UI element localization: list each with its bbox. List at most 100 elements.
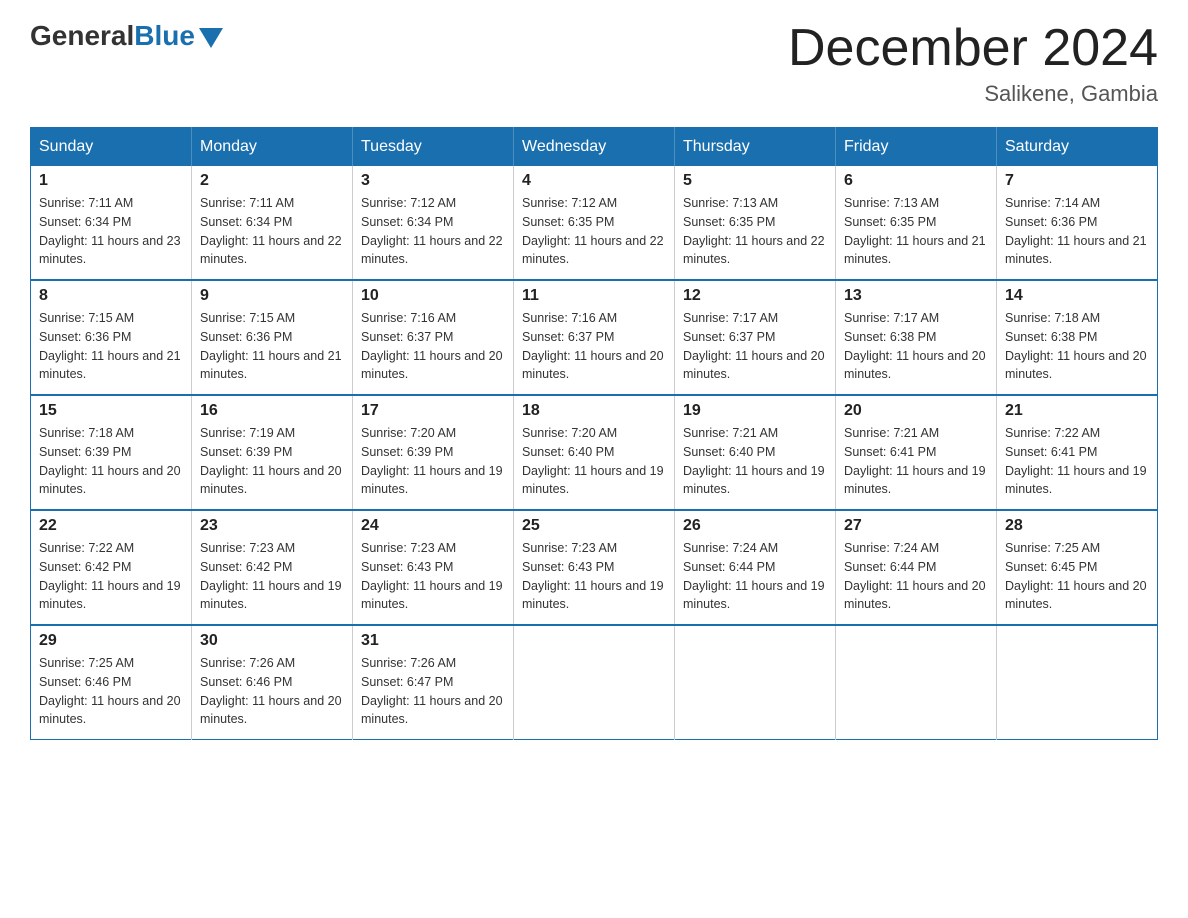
calendar-cell: 23 Sunrise: 7:23 AMSunset: 6:42 PMDaylig… bbox=[192, 510, 353, 625]
calendar-cell: 16 Sunrise: 7:19 AMSunset: 6:39 PMDaylig… bbox=[192, 395, 353, 510]
calendar-cell: 20 Sunrise: 7:21 AMSunset: 6:41 PMDaylig… bbox=[836, 395, 997, 510]
day-number: 15 bbox=[39, 402, 183, 420]
day-info: Sunrise: 7:21 AMSunset: 6:40 PMDaylight:… bbox=[683, 424, 827, 499]
day-number: 21 bbox=[1005, 402, 1149, 420]
day-number: 26 bbox=[683, 517, 827, 535]
day-number: 13 bbox=[844, 287, 988, 305]
calendar-cell: 4 Sunrise: 7:12 AMSunset: 6:35 PMDayligh… bbox=[514, 166, 675, 280]
day-info: Sunrise: 7:12 AMSunset: 6:35 PMDaylight:… bbox=[522, 194, 666, 269]
day-info: Sunrise: 7:26 AMSunset: 6:46 PMDaylight:… bbox=[200, 654, 344, 729]
day-info: Sunrise: 7:16 AMSunset: 6:37 PMDaylight:… bbox=[522, 309, 666, 384]
day-info: Sunrise: 7:11 AMSunset: 6:34 PMDaylight:… bbox=[39, 194, 183, 269]
day-number: 30 bbox=[200, 632, 344, 650]
day-number: 8 bbox=[39, 287, 183, 305]
day-info: Sunrise: 7:25 AMSunset: 6:45 PMDaylight:… bbox=[1005, 539, 1149, 614]
location: Salikene, Gambia bbox=[788, 81, 1158, 107]
day-info: Sunrise: 7:22 AMSunset: 6:41 PMDaylight:… bbox=[1005, 424, 1149, 499]
day-number: 20 bbox=[844, 402, 988, 420]
day-number: 1 bbox=[39, 172, 183, 190]
day-number: 25 bbox=[522, 517, 666, 535]
calendar-cell: 26 Sunrise: 7:24 AMSunset: 6:44 PMDaylig… bbox=[675, 510, 836, 625]
calendar-cell bbox=[997, 625, 1158, 740]
title-section: December 2024 Salikene, Gambia bbox=[788, 20, 1158, 107]
calendar-table: Sunday Monday Tuesday Wednesday Thursday… bbox=[30, 127, 1158, 740]
calendar-week-row: 15 Sunrise: 7:18 AMSunset: 6:39 PMDaylig… bbox=[31, 395, 1158, 510]
day-info: Sunrise: 7:20 AMSunset: 6:40 PMDaylight:… bbox=[522, 424, 666, 499]
day-info: Sunrise: 7:23 AMSunset: 6:42 PMDaylight:… bbox=[200, 539, 344, 614]
day-info: Sunrise: 7:15 AMSunset: 6:36 PMDaylight:… bbox=[39, 309, 183, 384]
day-number: 12 bbox=[683, 287, 827, 305]
calendar-cell: 7 Sunrise: 7:14 AMSunset: 6:36 PMDayligh… bbox=[997, 166, 1158, 280]
header-thursday: Thursday bbox=[675, 128, 836, 167]
day-number: 4 bbox=[522, 172, 666, 190]
calendar-week-row: 1 Sunrise: 7:11 AMSunset: 6:34 PMDayligh… bbox=[31, 166, 1158, 280]
calendar-cell: 10 Sunrise: 7:16 AMSunset: 6:37 PMDaylig… bbox=[353, 280, 514, 395]
day-info: Sunrise: 7:14 AMSunset: 6:36 PMDaylight:… bbox=[1005, 194, 1149, 269]
page-header: General Blue December 2024 Salikene, Gam… bbox=[30, 20, 1158, 107]
day-info: Sunrise: 7:26 AMSunset: 6:47 PMDaylight:… bbox=[361, 654, 505, 729]
day-number: 11 bbox=[522, 287, 666, 305]
calendar-cell: 9 Sunrise: 7:15 AMSunset: 6:36 PMDayligh… bbox=[192, 280, 353, 395]
header-sunday: Sunday bbox=[31, 128, 192, 167]
day-number: 24 bbox=[361, 517, 505, 535]
day-info: Sunrise: 7:22 AMSunset: 6:42 PMDaylight:… bbox=[39, 539, 183, 614]
day-info: Sunrise: 7:19 AMSunset: 6:39 PMDaylight:… bbox=[200, 424, 344, 499]
day-info: Sunrise: 7:23 AMSunset: 6:43 PMDaylight:… bbox=[522, 539, 666, 614]
calendar-cell: 1 Sunrise: 7:11 AMSunset: 6:34 PMDayligh… bbox=[31, 166, 192, 280]
day-info: Sunrise: 7:17 AMSunset: 6:37 PMDaylight:… bbox=[683, 309, 827, 384]
logo-triangle-icon bbox=[199, 28, 223, 48]
calendar-week-row: 22 Sunrise: 7:22 AMSunset: 6:42 PMDaylig… bbox=[31, 510, 1158, 625]
day-info: Sunrise: 7:13 AMSunset: 6:35 PMDaylight:… bbox=[683, 194, 827, 269]
calendar-cell: 24 Sunrise: 7:23 AMSunset: 6:43 PMDaylig… bbox=[353, 510, 514, 625]
day-number: 9 bbox=[200, 287, 344, 305]
calendar-week-row: 8 Sunrise: 7:15 AMSunset: 6:36 PMDayligh… bbox=[31, 280, 1158, 395]
day-number: 29 bbox=[39, 632, 183, 650]
day-info: Sunrise: 7:18 AMSunset: 6:38 PMDaylight:… bbox=[1005, 309, 1149, 384]
day-info: Sunrise: 7:16 AMSunset: 6:37 PMDaylight:… bbox=[361, 309, 505, 384]
calendar-cell: 31 Sunrise: 7:26 AMSunset: 6:47 PMDaylig… bbox=[353, 625, 514, 740]
calendar-cell: 15 Sunrise: 7:18 AMSunset: 6:39 PMDaylig… bbox=[31, 395, 192, 510]
day-info: Sunrise: 7:18 AMSunset: 6:39 PMDaylight:… bbox=[39, 424, 183, 499]
calendar-cell: 13 Sunrise: 7:17 AMSunset: 6:38 PMDaylig… bbox=[836, 280, 997, 395]
calendar-cell: 18 Sunrise: 7:20 AMSunset: 6:40 PMDaylig… bbox=[514, 395, 675, 510]
calendar-cell: 21 Sunrise: 7:22 AMSunset: 6:41 PMDaylig… bbox=[997, 395, 1158, 510]
day-info: Sunrise: 7:24 AMSunset: 6:44 PMDaylight:… bbox=[844, 539, 988, 614]
calendar-cell: 22 Sunrise: 7:22 AMSunset: 6:42 PMDaylig… bbox=[31, 510, 192, 625]
day-number: 2 bbox=[200, 172, 344, 190]
calendar-cell: 28 Sunrise: 7:25 AMSunset: 6:45 PMDaylig… bbox=[997, 510, 1158, 625]
calendar-cell: 27 Sunrise: 7:24 AMSunset: 6:44 PMDaylig… bbox=[836, 510, 997, 625]
day-info: Sunrise: 7:24 AMSunset: 6:44 PMDaylight:… bbox=[683, 539, 827, 614]
calendar-cell: 17 Sunrise: 7:20 AMSunset: 6:39 PMDaylig… bbox=[353, 395, 514, 510]
calendar-cell bbox=[514, 625, 675, 740]
calendar-cell: 6 Sunrise: 7:13 AMSunset: 6:35 PMDayligh… bbox=[836, 166, 997, 280]
day-number: 18 bbox=[522, 402, 666, 420]
day-number: 16 bbox=[200, 402, 344, 420]
day-number: 10 bbox=[361, 287, 505, 305]
calendar-cell: 3 Sunrise: 7:12 AMSunset: 6:34 PMDayligh… bbox=[353, 166, 514, 280]
calendar-cell: 14 Sunrise: 7:18 AMSunset: 6:38 PMDaylig… bbox=[997, 280, 1158, 395]
day-number: 27 bbox=[844, 517, 988, 535]
day-number: 28 bbox=[1005, 517, 1149, 535]
day-number: 14 bbox=[1005, 287, 1149, 305]
month-title: December 2024 bbox=[788, 20, 1158, 77]
header-monday: Monday bbox=[192, 128, 353, 167]
day-number: 31 bbox=[361, 632, 505, 650]
day-info: Sunrise: 7:20 AMSunset: 6:39 PMDaylight:… bbox=[361, 424, 505, 499]
day-info: Sunrise: 7:11 AMSunset: 6:34 PMDaylight:… bbox=[200, 194, 344, 269]
day-info: Sunrise: 7:25 AMSunset: 6:46 PMDaylight:… bbox=[39, 654, 183, 729]
calendar-cell bbox=[675, 625, 836, 740]
logo: General Blue bbox=[30, 20, 223, 52]
day-number: 3 bbox=[361, 172, 505, 190]
day-number: 17 bbox=[361, 402, 505, 420]
calendar-cell: 5 Sunrise: 7:13 AMSunset: 6:35 PMDayligh… bbox=[675, 166, 836, 280]
header-saturday: Saturday bbox=[997, 128, 1158, 167]
day-info: Sunrise: 7:12 AMSunset: 6:34 PMDaylight:… bbox=[361, 194, 505, 269]
day-info: Sunrise: 7:17 AMSunset: 6:38 PMDaylight:… bbox=[844, 309, 988, 384]
day-info: Sunrise: 7:13 AMSunset: 6:35 PMDaylight:… bbox=[844, 194, 988, 269]
calendar-cell: 29 Sunrise: 7:25 AMSunset: 6:46 PMDaylig… bbox=[31, 625, 192, 740]
calendar-cell: 11 Sunrise: 7:16 AMSunset: 6:37 PMDaylig… bbox=[514, 280, 675, 395]
day-info: Sunrise: 7:21 AMSunset: 6:41 PMDaylight:… bbox=[844, 424, 988, 499]
calendar-cell: 8 Sunrise: 7:15 AMSunset: 6:36 PMDayligh… bbox=[31, 280, 192, 395]
calendar-header-row: Sunday Monday Tuesday Wednesday Thursday… bbox=[31, 128, 1158, 167]
day-info: Sunrise: 7:15 AMSunset: 6:36 PMDaylight:… bbox=[200, 309, 344, 384]
